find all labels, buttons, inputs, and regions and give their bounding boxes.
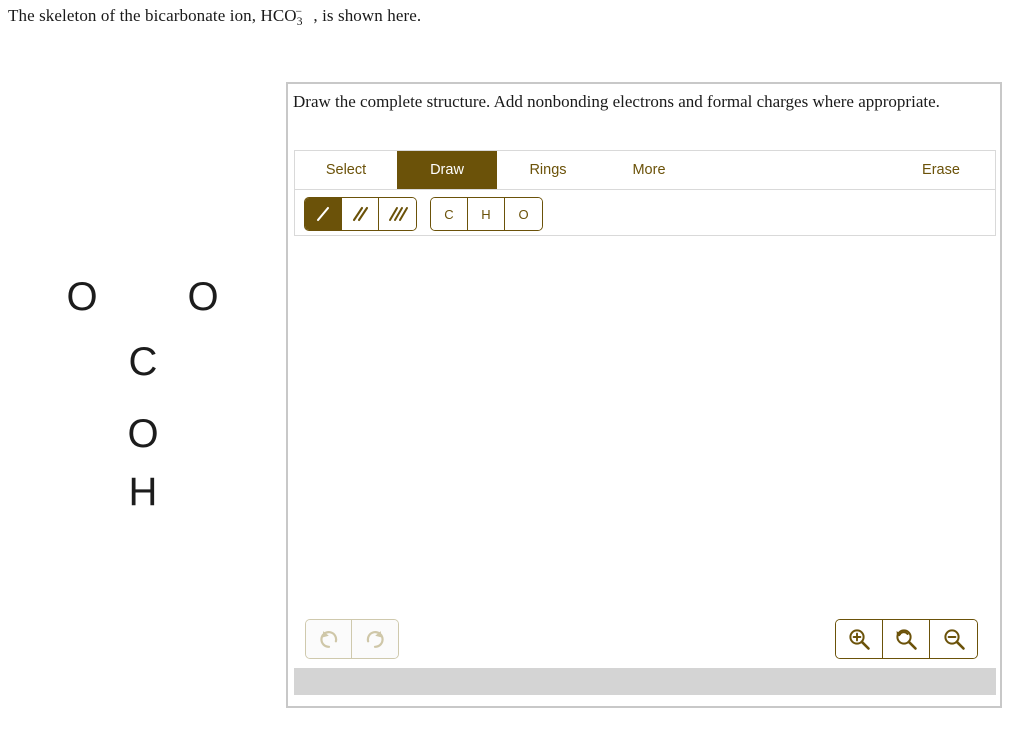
skeleton-atom-o-right: O <box>187 275 219 319</box>
chemical-formula: HCO3− <box>260 6 309 28</box>
tab-more[interactable]: More <box>599 151 699 189</box>
element-button-h[interactable]: H <box>468 198 505 230</box>
skeleton-atom-c: C <box>128 340 158 384</box>
tab-more-label: More <box>632 162 666 178</box>
double-bond-button[interactable] <box>342 198 379 230</box>
tab-bar-spacer <box>699 151 886 189</box>
zoom-out-icon <box>943 629 965 650</box>
skeleton-atom-o-bottom: O <box>127 412 159 456</box>
triple-bond-icon <box>388 207 408 221</box>
element-button-o[interactable]: O <box>505 198 542 230</box>
skeleton-atom-o-left: O <box>66 275 98 319</box>
element-button-c-label: C <box>444 206 454 222</box>
redo-button[interactable] <box>352 620 398 658</box>
zoom-out-button[interactable] <box>930 620 977 658</box>
tab-rings[interactable]: Rings <box>497 151 599 189</box>
question-prompt: The skeleton of the bicarbonate ion, HCO… <box>8 6 422 28</box>
editor-instructions: Draw the complete structure. Add nonbond… <box>293 92 940 111</box>
undo-icon <box>319 631 337 648</box>
double-bond-icon <box>352 206 369 222</box>
history-control-group <box>305 619 399 659</box>
undo-button[interactable] <box>306 620 352 658</box>
molecule-drawing-canvas[interactable] <box>294 236 996 662</box>
editor-tool-row: C H O <box>294 190 996 236</box>
skeleton-figure: O O C O H <box>0 250 280 550</box>
zoom-in-icon <box>849 629 870 650</box>
formula-superscript-charge: − <box>295 6 303 18</box>
tab-rings-label: Rings <box>529 162 567 178</box>
tab-draw-label: Draw <box>430 162 464 178</box>
triple-bond-button[interactable] <box>379 198 416 230</box>
element-button-h-label: H <box>481 206 491 222</box>
editor-tab-bar: Select Draw Rings More Erase <box>294 150 996 190</box>
element-button-c[interactable]: C <box>431 198 468 230</box>
tab-draw[interactable]: Draw <box>397 151 497 189</box>
zoom-reset-icon <box>896 629 917 650</box>
element-button-o-label: O <box>518 206 529 222</box>
single-bond-icon <box>316 206 330 222</box>
single-bond-button[interactable] <box>305 198 342 230</box>
element-tool-group: C H O <box>430 197 543 231</box>
skeleton-atom-h: H <box>128 470 158 514</box>
question-text-before: The skeleton of the bicarbonate ion, <box>8 6 261 25</box>
editor-status-bar <box>294 668 996 695</box>
zoom-control-group <box>835 619 978 659</box>
formula-main: HCO <box>260 6 297 25</box>
redo-icon <box>366 631 384 648</box>
zoom-reset-button[interactable] <box>883 620 930 658</box>
tab-erase[interactable]: Erase <box>886 151 996 189</box>
tab-select-label: Select <box>325 162 367 178</box>
tab-erase-label: Erase <box>922 162 960 178</box>
question-text-after: , is shown here. <box>309 6 422 25</box>
molecular-drawing-editor-panel: Draw the complete structure. Add nonbond… <box>286 82 1002 708</box>
bond-tool-group <box>304 197 417 231</box>
tab-select[interactable]: Select <box>295 151 397 189</box>
zoom-in-button[interactable] <box>836 620 883 658</box>
tab-bar-right-edge <box>995 150 996 190</box>
